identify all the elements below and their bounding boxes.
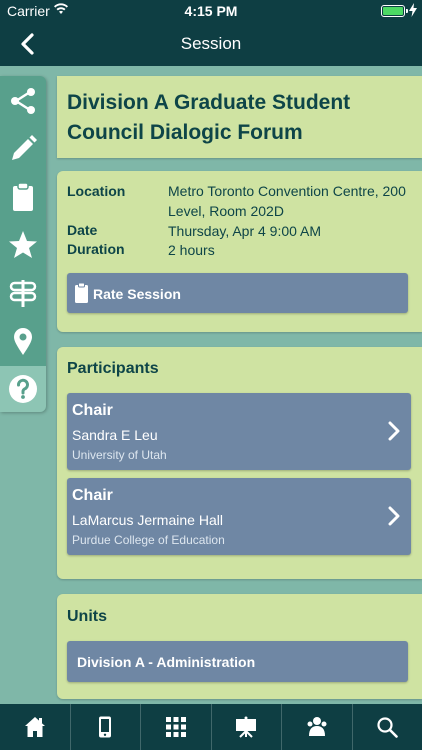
tab-mobile[interactable]	[71, 704, 141, 750]
map-button[interactable]	[0, 318, 46, 364]
pencil-icon	[12, 135, 37, 160]
participant-row[interactable]: Chair Sandra E Leu University of Utah	[67, 393, 411, 470]
share-icon	[11, 88, 35, 114]
session-info-card: Location Metro Toronto Convention Centre…	[57, 171, 422, 332]
duration-label: Duration	[67, 241, 125, 257]
mobile-icon	[99, 716, 112, 738]
duration-value: 2 hours	[168, 242, 215, 258]
status-bar: Carrier 4:15 PM	[0, 0, 422, 22]
clock: 4:15 PM	[184, 3, 238, 19]
participant-row[interactable]: Chair LaMarcus Jermaine Hall Purdue Coll…	[67, 478, 411, 555]
session-title: Division A Graduate Student Council Dial…	[67, 91, 351, 144]
tab-home[interactable]	[0, 704, 71, 750]
clipboard-icon	[75, 283, 88, 303]
tab-grid[interactable]	[141, 704, 212, 750]
rate-session-button[interactable]: Rate Session	[67, 273, 408, 313]
grid-icon	[165, 717, 186, 737]
tab-people[interactable]	[282, 704, 353, 750]
date-value: Thursday, Apr 4 9:00 AM	[168, 223, 322, 239]
tab-bar	[0, 704, 422, 750]
help-button[interactable]	[0, 366, 46, 412]
nav-title: Session	[180, 34, 242, 53]
edit-button[interactable]	[0, 126, 46, 172]
tab-search[interactable]	[353, 704, 422, 750]
directions-button[interactable]	[0, 270, 46, 316]
participant-institution: Purdue College of Education	[72, 533, 225, 547]
participant-role: Chair	[72, 487, 113, 504]
chevron-right-icon	[388, 421, 400, 441]
participant-role: Chair	[72, 402, 113, 419]
participant-name: Sandra E Leu	[72, 427, 158, 443]
signpost-icon	[9, 280, 37, 307]
participants-card: Participants Chair Sandra E Leu Universi…	[57, 347, 422, 579]
date-label: Date	[67, 222, 98, 238]
session-title-card: Division A Graduate Student Council Dial…	[57, 76, 422, 158]
charging-icon	[409, 3, 417, 17]
battery-icon	[381, 5, 408, 17]
units-card: Units Division A - Administration	[57, 594, 422, 699]
notes-button[interactable]	[0, 174, 46, 220]
search-icon	[377, 717, 399, 738]
action-sidebar	[0, 76, 46, 412]
star-icon	[9, 231, 37, 258]
unit-row[interactable]: Division A - Administration	[67, 641, 408, 682]
home-icon	[24, 717, 45, 737]
participants-heading: Participants	[67, 360, 159, 377]
chevron-right-icon	[388, 506, 400, 526]
nav-bar: Session	[0, 22, 422, 66]
help-icon	[9, 375, 37, 403]
share-button[interactable]	[0, 78, 46, 124]
presentation-icon	[236, 716, 257, 738]
rate-session-label: Rate Session	[93, 286, 181, 302]
unit-label: Division A - Administration	[77, 654, 256, 670]
participant-institution: University of Utah	[72, 448, 167, 462]
location-label: Location	[67, 183, 126, 199]
clipboard-icon	[13, 182, 33, 211]
favorite-button[interactable]	[0, 222, 46, 268]
tab-presentation[interactable]	[212, 704, 282, 750]
units-heading: Units	[67, 608, 107, 625]
location-value: Metro Toronto Convention Centre, 200 Lev…	[168, 183, 406, 219]
participant-name: LaMarcus Jermaine Hall	[72, 512, 223, 528]
map-pin-icon	[14, 328, 32, 355]
people-icon	[307, 717, 327, 736]
